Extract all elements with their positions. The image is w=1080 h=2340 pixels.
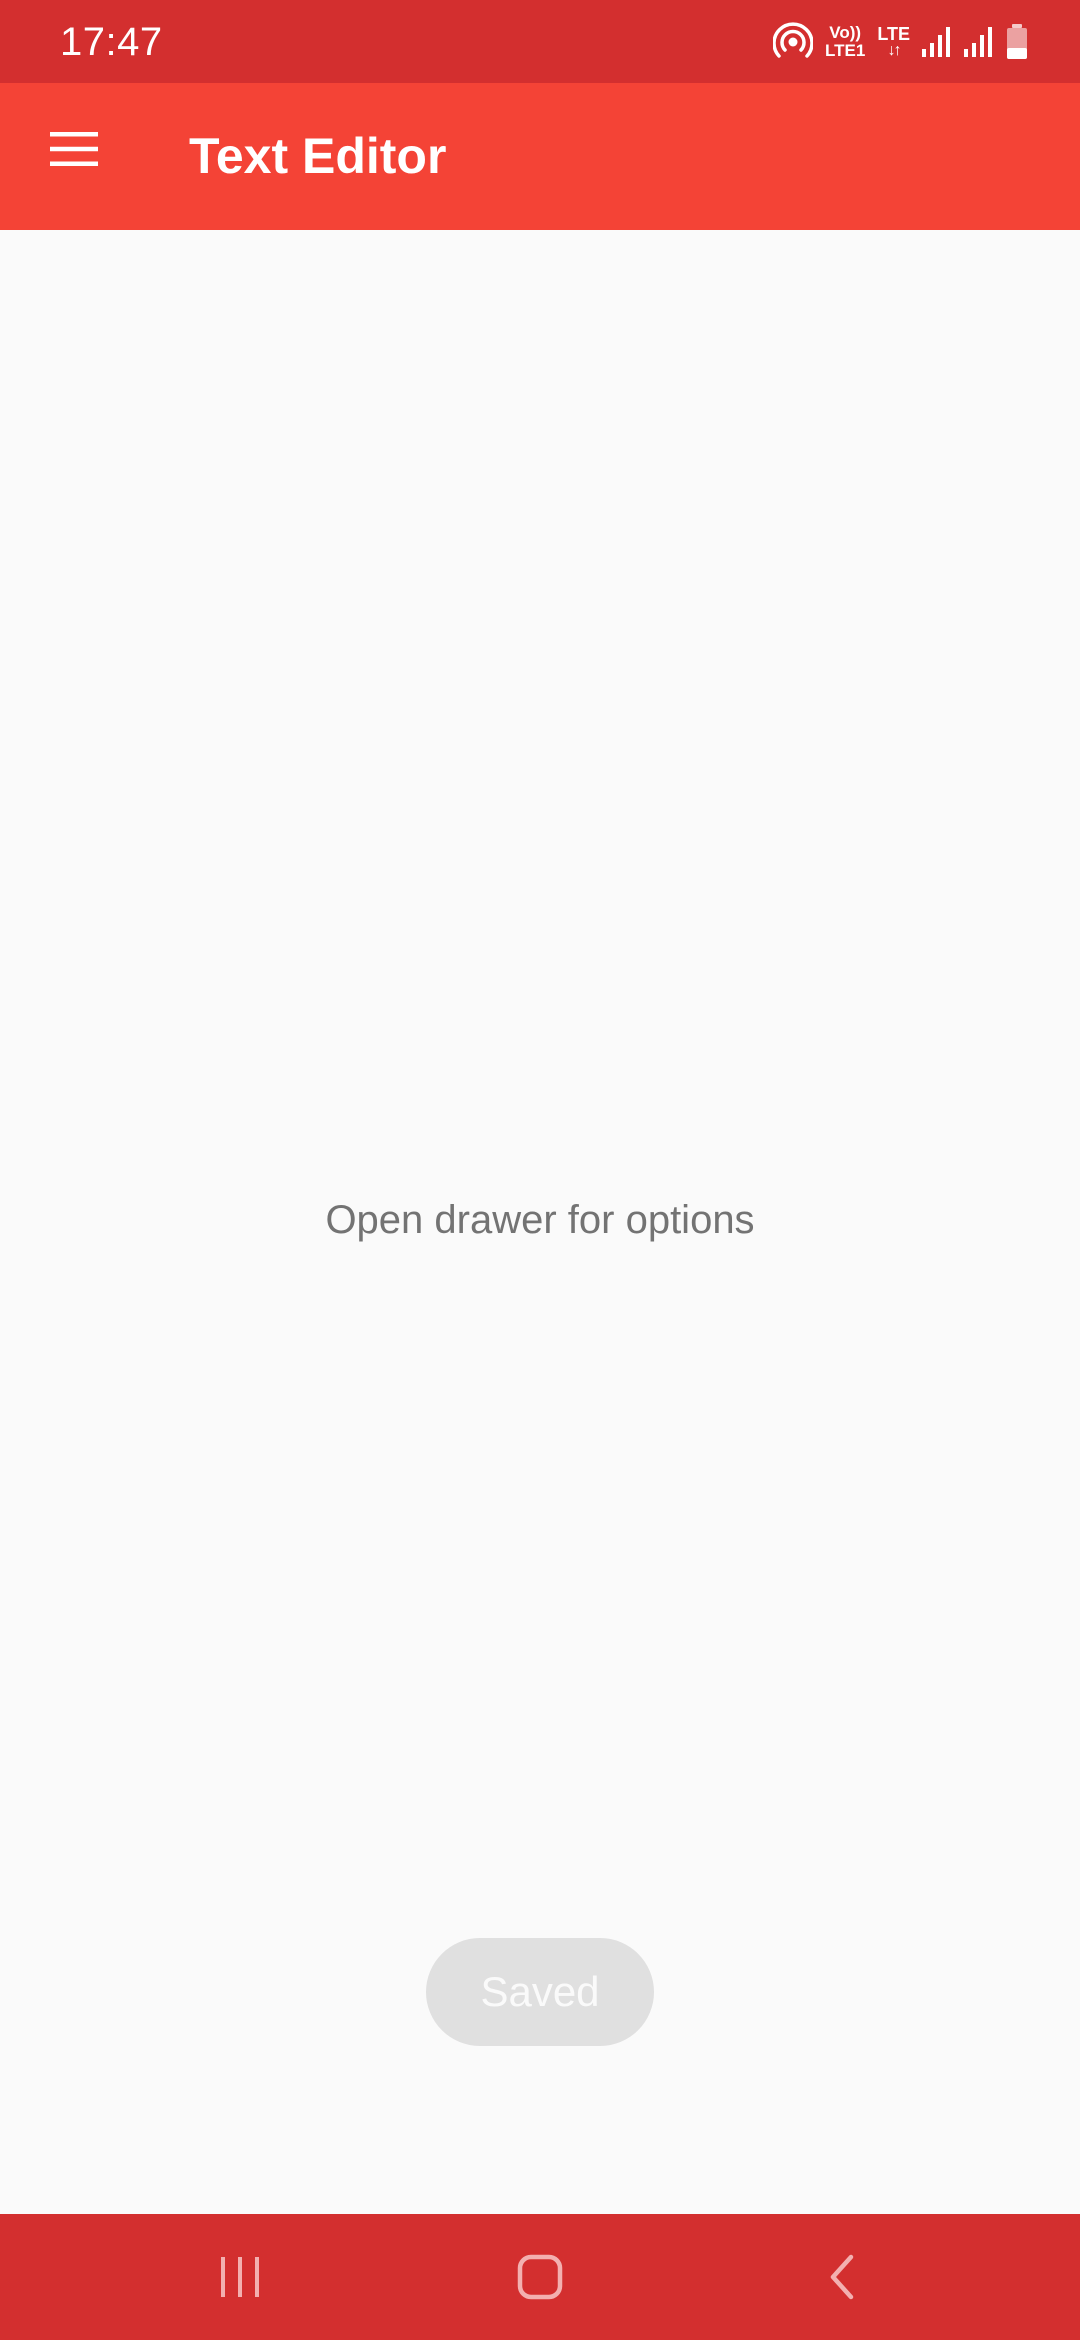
home-button[interactable]: [500, 2237, 580, 2317]
home-icon: [517, 2254, 563, 2300]
signal-icon: [964, 27, 992, 57]
recents-button[interactable]: [200, 2237, 280, 2317]
volte-lte1-icon: Vo)) LTE1: [825, 24, 865, 60]
app-bar: Text Editor: [0, 83, 1080, 230]
status-time: 17:47: [60, 20, 163, 64]
editor-content[interactable]: Open drawer for options Saved: [0, 230, 1080, 2214]
toast-label: Saved: [480, 1968, 600, 2015]
app-title: Text Editor: [189, 128, 447, 184]
recents-icon: [221, 2257, 259, 2297]
back-icon: [830, 2254, 854, 2300]
signal-icon: [922, 27, 950, 57]
empty-state-hint: Open drawer for options: [325, 1198, 755, 1242]
menu-button[interactable]: [38, 113, 110, 185]
saved-toast: Saved: [426, 1938, 654, 2046]
lte-arrows-label: ↓↑: [887, 42, 902, 59]
volte-top-label: Vo)): [829, 23, 862, 42]
lte-label: LTE: [877, 24, 910, 44]
hamburger-menu-icon: [50, 132, 98, 166]
battery-icon: [1007, 24, 1027, 59]
back-button[interactable]: [803, 2237, 883, 2317]
status-bar: 17:47 Vo)) LTE1 LTE ↓↑: [0, 0, 1080, 83]
status-icons: Vo)) LTE1 LTE ↓↑: [773, 20, 1028, 64]
hotspot-icon: [773, 22, 814, 58]
lte-data-icon: LTE ↓↑: [877, 25, 910, 59]
volte-bottom-label: LTE1: [825, 41, 866, 60]
navigation-bar: [0, 2214, 1080, 2340]
